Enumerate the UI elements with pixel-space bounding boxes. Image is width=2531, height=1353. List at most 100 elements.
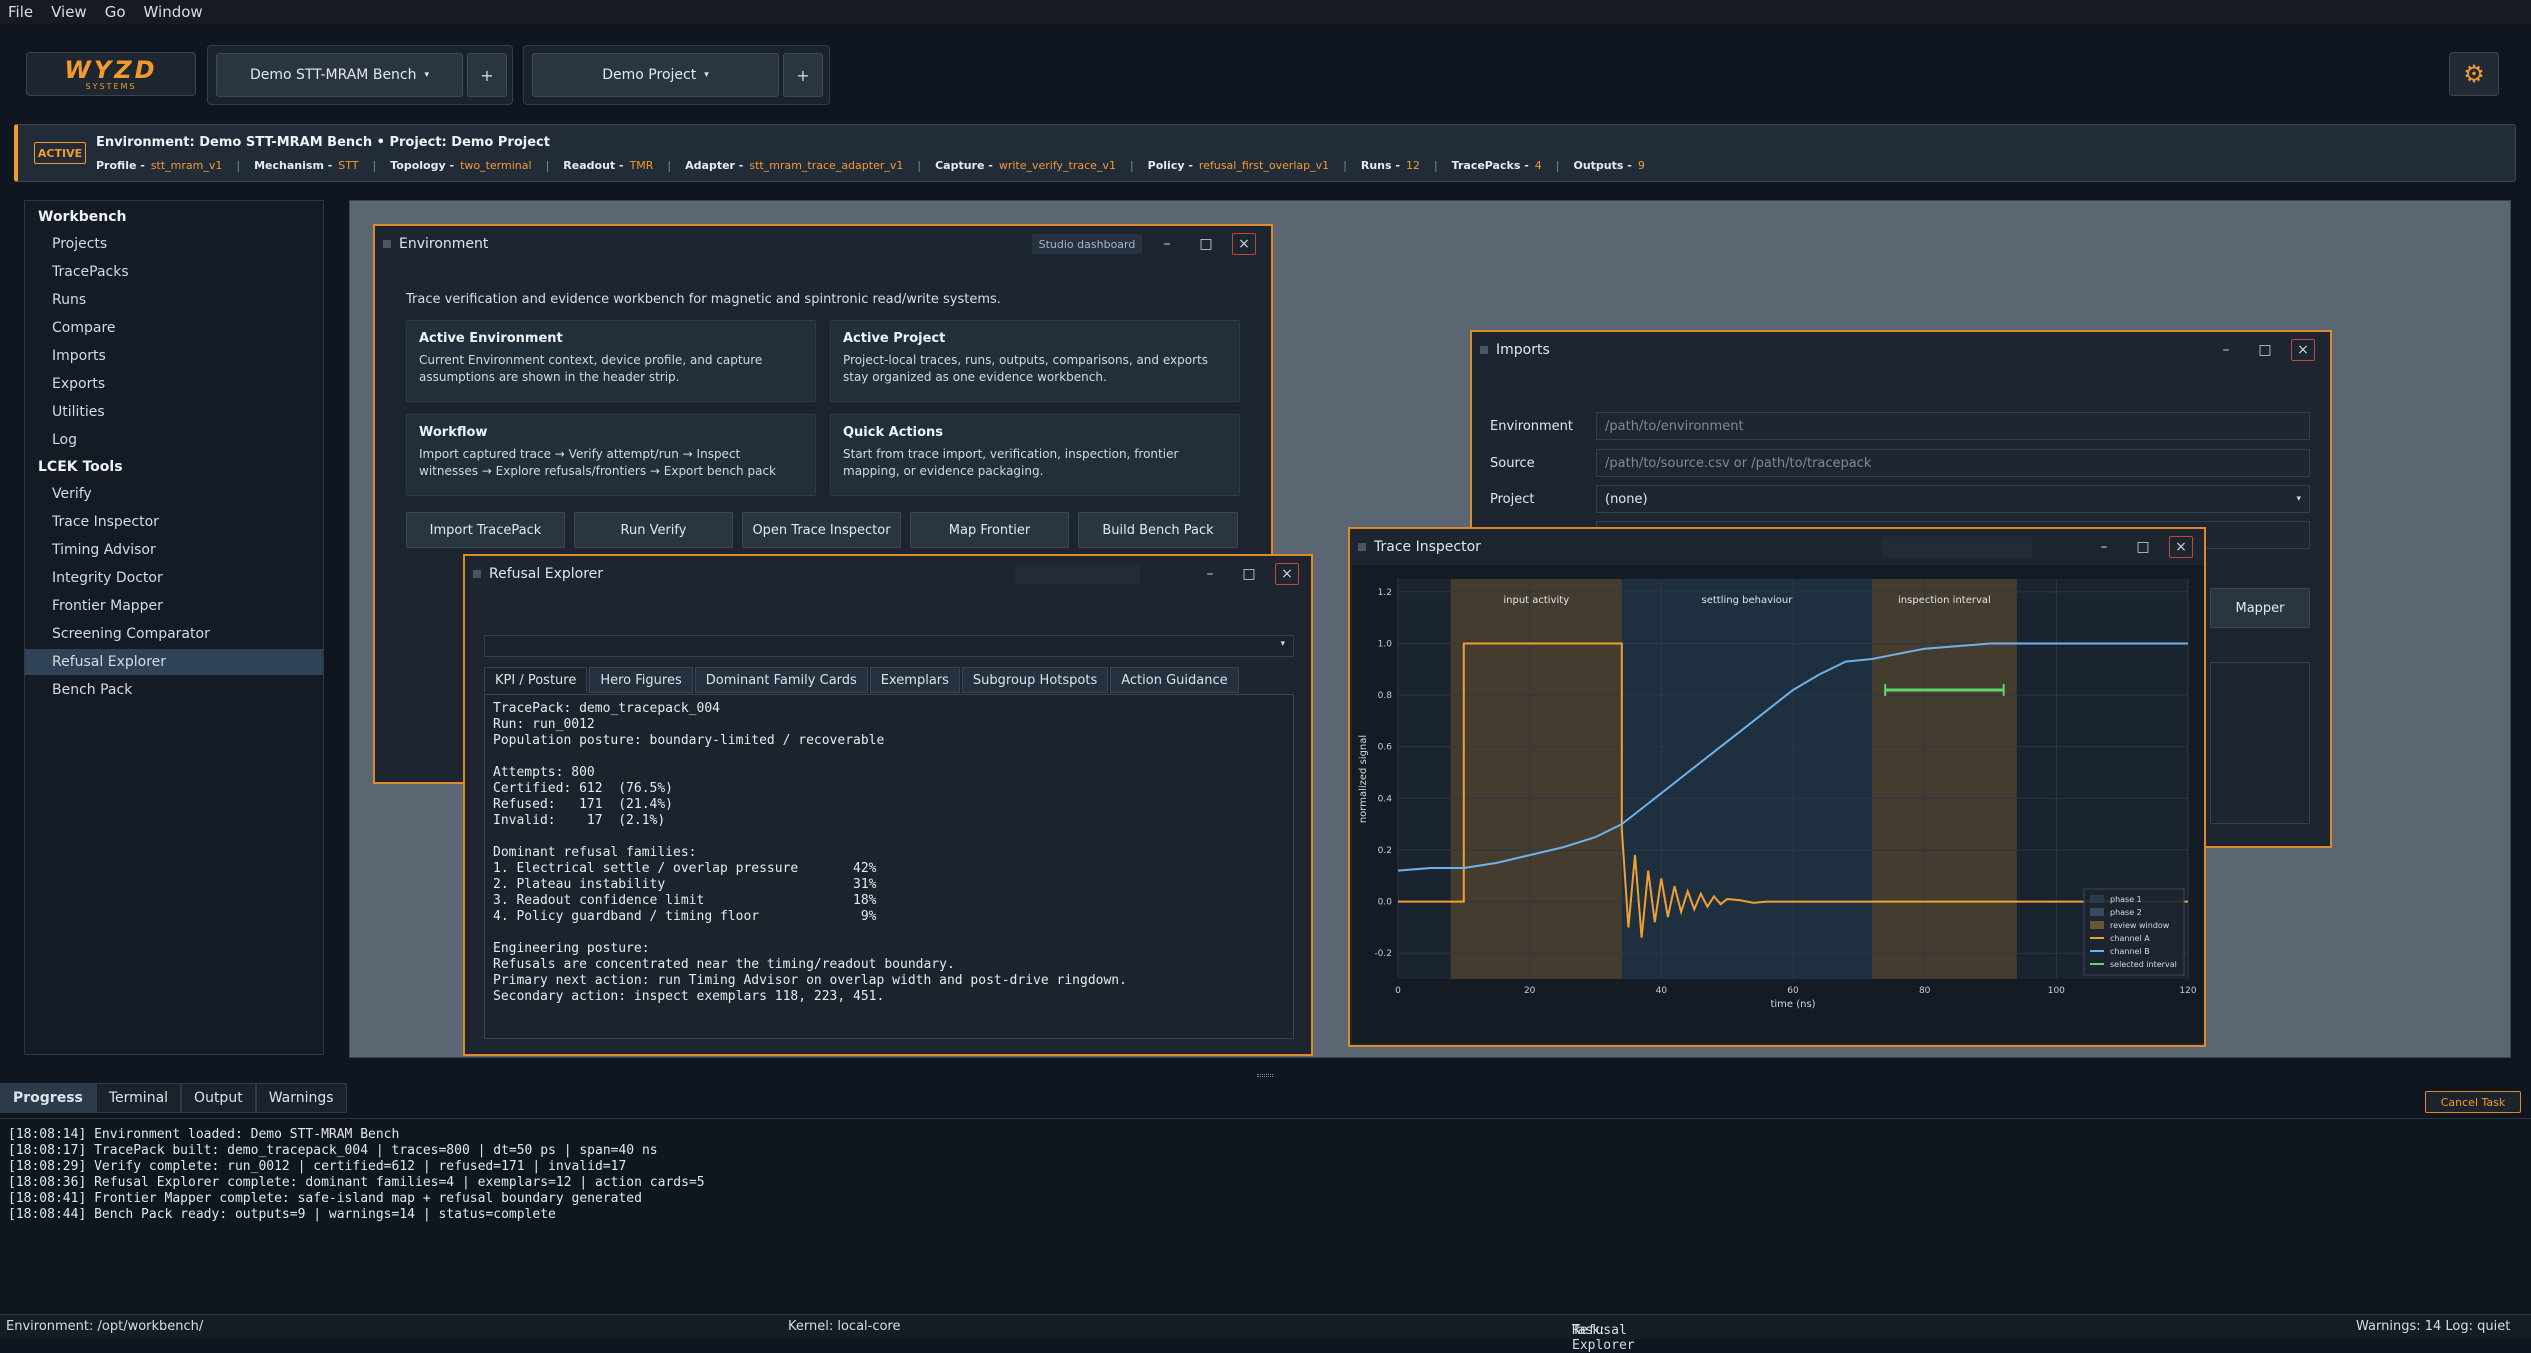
cancel-task-button[interactable]: Cancel Task <box>2425 1091 2521 1113</box>
run-verify-button[interactable]: Run Verify <box>574 512 733 548</box>
legend-entry: phase 2 <box>2110 908 2142 917</box>
active-context-title: Environment: Demo STT-MRAM Bench • Proje… <box>96 135 550 150</box>
strip-item: Outputs - 9 <box>1573 159 1644 172</box>
menu-window[interactable]: Window <box>144 3 203 21</box>
trace-chart[interactable]: input activity settling behaviour inspecti… <box>1352 565 2204 1043</box>
logo-wordmark: WYZD <box>64 55 158 84</box>
import-tracepack-button[interactable]: Import TracePack <box>406 512 565 548</box>
close-icon[interactable]: × <box>2291 339 2315 361</box>
project-selector-group: Demo Project ▾ + <box>523 45 830 105</box>
grip-icon <box>1480 346 1488 354</box>
card-quick-actions: Quick Actions Start from trace import, ve… <box>830 414 1240 496</box>
legend-entry: channel A <box>2110 934 2150 943</box>
trace-inspector-titlebar[interactable]: Trace Inspector <box>1350 529 2204 565</box>
sidebar-item-imports[interactable]: Imports <box>25 343 323 369</box>
sidebar-item-trace-inspector[interactable]: Trace Inspector <box>25 509 323 535</box>
sidebar-item-compare[interactable]: Compare <box>25 315 323 341</box>
chart-panel: input activity settling behaviour inspecti… <box>1352 565 2204 1043</box>
strip-item: TracePacks - 4 <box>1452 159 1542 172</box>
minimize-icon[interactable]: – <box>2214 339 2238 361</box>
close-icon[interactable]: × <box>2169 536 2193 558</box>
refusal-explorer-titlebar[interactable]: Refusal Explorer <box>465 556 1311 592</box>
menu-view[interactable]: View <box>51 3 87 21</box>
y-tick-label: 1.0 <box>1378 640 1393 650</box>
sidebar-item-verify[interactable]: Verify <box>25 481 323 507</box>
menu-go[interactable]: Go <box>105 3 126 21</box>
sidebar-item-exports[interactable]: Exports <box>25 371 323 397</box>
region-band <box>1450 579 1622 979</box>
tab-progress[interactable]: Progress <box>0 1083 96 1113</box>
tab-action-guidance[interactable]: Action Guidance <box>1110 667 1239 693</box>
maximize-icon[interactable]: □ <box>2253 339 2277 361</box>
refusal-tabs: KPI / Posture Hero Figures Dominant Family… <box>484 667 1239 693</box>
project-select[interactable]: (none) ▾ <box>1596 485 2310 513</box>
environment-label: Environment <box>1490 419 1574 434</box>
tab-hero-figures[interactable]: Hero Figures <box>589 667 693 693</box>
separator: | <box>1433 159 1438 172</box>
y-axis-label: normalized signal <box>1358 735 1369 823</box>
tab-kpi-posture[interactable]: KPI / Posture <box>484 667 588 693</box>
legend-swatch <box>2090 908 2104 916</box>
y-tick-label: 0.4 <box>1378 794 1393 804</box>
tab-subgroup-hotspots[interactable]: Subgroup Hotspots <box>961 667 1109 693</box>
maximize-icon[interactable]: □ <box>2131 536 2155 558</box>
imports-window-titlebar[interactable]: Imports <box>1472 332 2330 368</box>
active-context-items: Profile - stt_mram_v1 | Mechanism - STT | Topo… <box>96 159 1645 172</box>
strip-item: Capture - write_verify_trace_v1 <box>935 159 1116 172</box>
chevron-down-icon: ▾ <box>2296 494 2301 504</box>
grip-icon <box>473 570 481 578</box>
separator: | <box>372 159 377 172</box>
tab-output[interactable]: Output <box>181 1083 256 1113</box>
tab-dominant-family-cards[interactable]: Dominant Family Cards <box>694 667 868 693</box>
open-trace-inspector-button[interactable]: Open Trace Inspector <box>742 512 901 548</box>
settings-button[interactable]: ⚙ <box>2449 52 2499 96</box>
add-environment-button[interactable]: + <box>467 53 507 97</box>
close-icon[interactable]: × <box>1232 233 1256 255</box>
run-select[interactable]: ▾ <box>484 635 1294 657</box>
strip-item-value: 12 <box>1405 159 1420 172</box>
sidebar-item-utilities[interactable]: Utilities <box>25 399 323 425</box>
maximize-icon[interactable]: □ <box>1194 233 1218 255</box>
frontier-mapper-button[interactable]: Mapper <box>2210 588 2310 628</box>
maximize-icon[interactable]: □ <box>1237 563 1261 585</box>
environment-path-input[interactable]: /path/to/environment <box>1596 412 2310 440</box>
strip-item-key: TracePacks - <box>1451 159 1529 172</box>
project-select-value: (none) <box>1605 491 1648 507</box>
sidebar-item-runs[interactable]: Runs <box>25 287 323 313</box>
sidebar-item-timing-advisor[interactable]: Timing Advisor <box>25 537 323 563</box>
separator: | <box>236 159 241 172</box>
close-icon[interactable]: × <box>1275 563 1299 585</box>
minimize-icon[interactable]: – <box>1198 563 1222 585</box>
sidebar-item-integrity-doctor[interactable]: Integrity Doctor <box>25 565 323 591</box>
environment-select[interactable]: Demo STT-MRAM Bench ▾ <box>216 53 463 97</box>
sidebar-item-frontier-mapper[interactable]: Frontier Mapper <box>25 593 323 619</box>
report-panel: TracePack: demo_tracepack_004 Run: run_0… <box>484 694 1294 1039</box>
build-bench-pack-button[interactable]: Build Bench Pack <box>1078 512 1238 548</box>
tab-exemplars[interactable]: Exemplars <box>869 667 960 693</box>
refusal-explorer-window: Refusal Explorer – □ × ▾ KPI / Posture He… <box>463 554 1313 1056</box>
card-workflow: Workflow Import captured trace → Verify a… <box>406 414 816 496</box>
add-project-button[interactable]: + <box>783 53 823 97</box>
legend-entry: phase 1 <box>2110 895 2142 904</box>
strip-item-value: STT <box>338 159 359 172</box>
strip-item-value: 4 <box>1534 159 1542 172</box>
source-path-input[interactable]: /path/to/source.csv or /path/to/tracepac… <box>1596 449 2310 477</box>
tab-warnings[interactable]: Warnings <box>255 1083 347 1113</box>
map-frontier-button[interactable]: Map Frontier <box>910 512 1069 548</box>
minimize-icon[interactable]: – <box>1155 233 1179 255</box>
logo: WYZD SYSTEMS <box>26 52 196 96</box>
logo-subtitle: SYSTEMS <box>85 81 137 91</box>
sidebar-item-log[interactable]: Log <box>25 427 323 453</box>
splitter-handle[interactable] <box>1257 1074 1273 1077</box>
strip-item-key: Capture - <box>935 159 993 172</box>
sidebar-item-tracepacks[interactable]: TracePacks <box>25 259 323 285</box>
region-band <box>1621 579 1872 979</box>
menu-file[interactable]: File <box>8 3 33 21</box>
sidebar-item-screening-comparator[interactable]: Screening Comparator <box>25 621 323 647</box>
project-select[interactable]: Demo Project ▾ <box>532 53 779 97</box>
tab-terminal[interactable]: Terminal <box>95 1083 182 1113</box>
sidebar-item-refusal-explorer[interactable]: Refusal Explorer <box>25 649 323 675</box>
sidebar-item-projects[interactable]: Projects <box>25 231 323 257</box>
minimize-icon[interactable]: – <box>2092 536 2116 558</box>
sidebar-item-bench-pack[interactable]: Bench Pack <box>25 677 323 703</box>
